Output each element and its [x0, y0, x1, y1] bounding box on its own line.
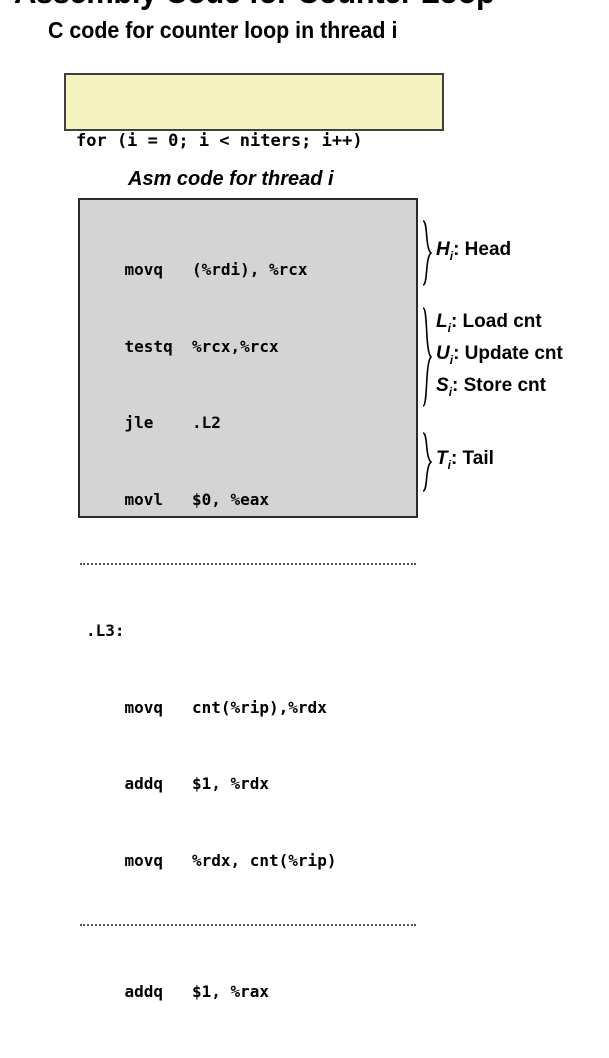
annotation-symbol: T	[436, 448, 448, 469]
asm-code-box: movq (%rdi), %rcx testq %rcx,%rcx jle .L…	[78, 198, 418, 518]
asm-code-line: addq $1, %rax	[86, 979, 416, 1005]
c-code-box: for (i = 0; i < niters; i++) cnt++;	[64, 73, 444, 131]
asm-code-line: movq cnt(%rip),%rdx	[86, 695, 416, 721]
asm-code-line: .L3:	[86, 618, 416, 644]
asm-code-line: jle .L2	[86, 410, 416, 436]
asm-code-line: movq %rdx, cnt(%rip)	[86, 848, 416, 874]
annotation-head: Hi: Head	[420, 220, 511, 286]
annotation-row: Li: Load cnt	[436, 309, 563, 341]
annotation-tail-labels: Ti: Tail	[436, 446, 494, 478]
annotation-head-labels: Hi: Head	[436, 237, 511, 269]
asm-group-head: movq (%rdi), %rcx testq %rcx,%rcx jle .L…	[80, 200, 416, 563]
curly-brace-icon	[420, 307, 433, 407]
c-code-heading: C code for counter loop in thread i	[48, 16, 420, 44]
annotation-row: Ui: Update cnt	[436, 341, 563, 373]
asm-code-caption: Asm code for thread i	[128, 168, 334, 191]
asm-group-critical-section: .L3: movq cnt(%rip),%rdx addq $1, %rdx m…	[80, 563, 416, 924]
annotation-text: : Load cnt	[451, 311, 542, 332]
annotation-load-update-store: Li: Load cnt Ui: Update cnt Si: Store cn…	[420, 307, 563, 407]
annotation-symbol: S	[436, 375, 449, 396]
curly-brace-icon	[420, 220, 433, 286]
annotation-row: Si: Store cnt	[436, 373, 563, 405]
asm-group-tail: addq $1, %rax cmpq %rcx, %rax jne .L3 .L…	[80, 924, 416, 1058]
annotation-lus-labels: Li: Load cnt Ui: Update cnt Si: Store cn…	[436, 309, 563, 406]
asm-code-line: testq %rcx,%rcx	[86, 334, 416, 360]
curly-brace-icon	[420, 432, 433, 492]
asm-code-line: movl $0, %eax	[86, 487, 416, 513]
annotation-symbol: L	[436, 311, 448, 332]
asm-code-line: addq $1, %rdx	[86, 771, 416, 797]
asm-code-line: movq (%rdi), %rcx	[86, 257, 416, 283]
annotation-symbol: U	[436, 343, 450, 364]
asm-code-line: cmpq %rcx, %rax	[86, 1056, 416, 1058]
c-code-line: for (i = 0; i < niters; i++)	[76, 129, 442, 154]
slide-title: Assembly Code for Counter Loop	[14, 0, 578, 10]
annotation-text: : Store cnt	[452, 375, 546, 396]
annotation-tail: Ti: Tail	[420, 432, 494, 492]
annotation-text: : Update cnt	[453, 343, 563, 364]
annotation-row: Ti: Tail	[436, 446, 494, 478]
annotation-row: Hi: Head	[436, 237, 511, 269]
annotation-text: : Head	[453, 239, 511, 260]
annotation-text: : Tail	[451, 448, 494, 469]
annotation-symbol: H	[436, 239, 450, 260]
